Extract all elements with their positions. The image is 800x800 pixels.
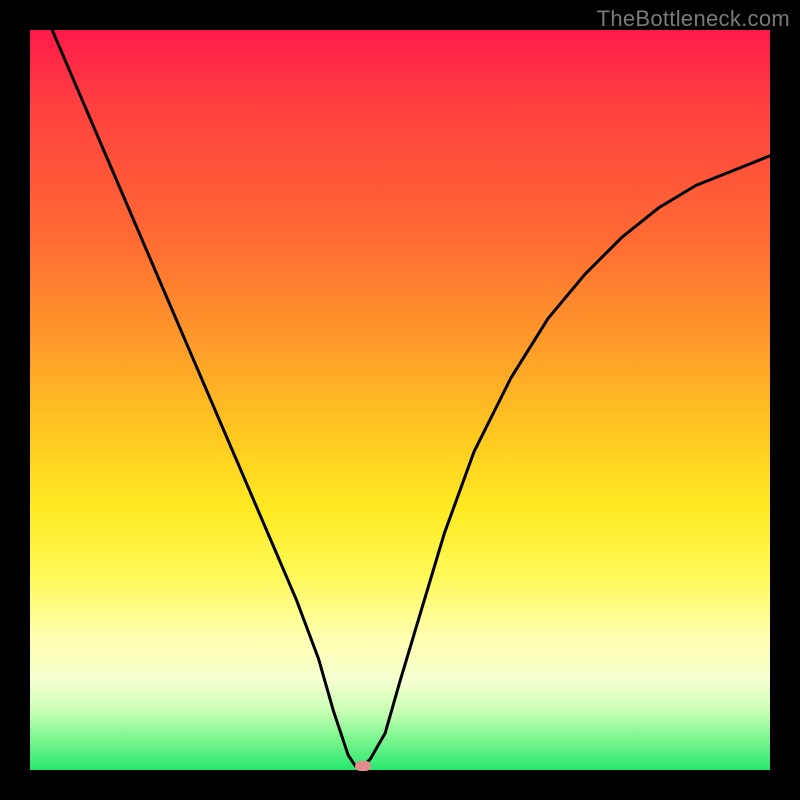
curve-path	[52, 30, 770, 766]
watermark-text: TheBottleneck.com	[597, 6, 790, 32]
optimal-marker	[355, 761, 371, 771]
chart-frame: TheBottleneck.com	[0, 0, 800, 800]
plot-area	[30, 30, 770, 770]
bottleneck-curve	[30, 30, 770, 770]
